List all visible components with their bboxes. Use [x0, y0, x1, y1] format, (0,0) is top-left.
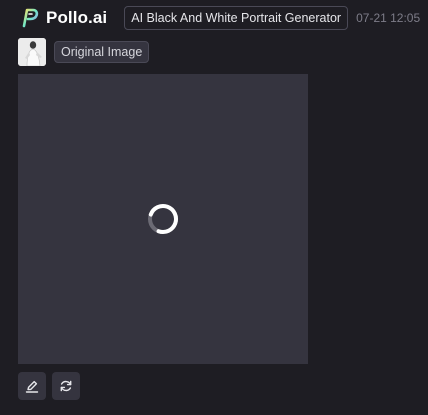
portrait-thumbnail[interactable]: [18, 38, 46, 66]
result-canvas: [18, 74, 308, 364]
tool-name-chip[interactable]: AI Black And White Portrait Generator: [124, 6, 349, 30]
edit-button[interactable]: [18, 372, 46, 400]
action-bar: [18, 372, 80, 400]
timestamp: 07-21 12:05: [356, 11, 421, 25]
loading-spinner-icon: [147, 203, 179, 235]
regenerate-button[interactable]: [52, 372, 80, 400]
original-image-row: Original Image: [18, 38, 150, 66]
brand-name[interactable]: Pollo.ai: [46, 8, 107, 28]
pollo-logo-icon[interactable]: [18, 7, 40, 29]
refresh-icon: [60, 380, 72, 392]
original-image-badge[interactable]: Original Image: [54, 41, 150, 63]
header: Pollo.ai AI Black And White Portrait Gen…: [18, 6, 420, 30]
edit-pencil-icon: [25, 380, 39, 393]
